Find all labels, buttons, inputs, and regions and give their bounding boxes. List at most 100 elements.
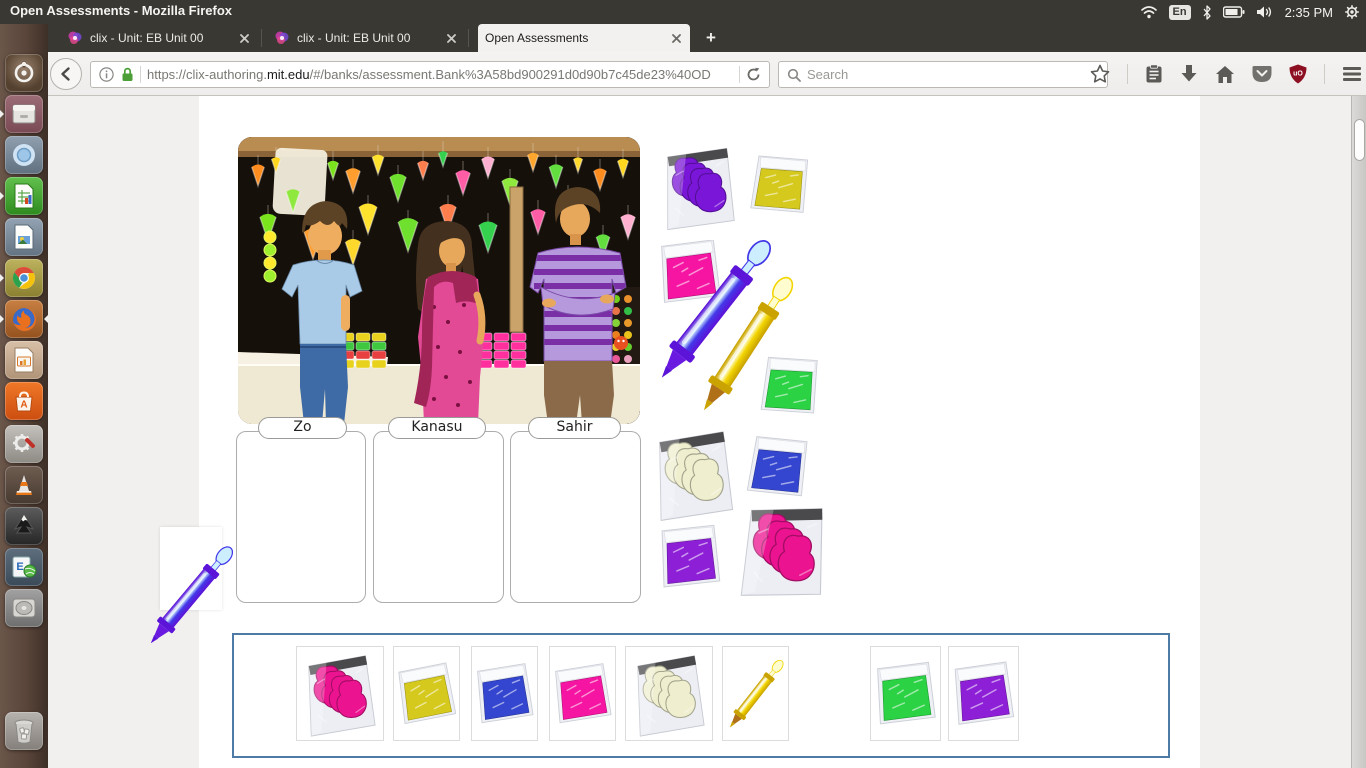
- market-illustration: [238, 137, 640, 424]
- tab-close-icon[interactable]: [443, 30, 459, 46]
- launcher-chrome-icon[interactable]: [5, 259, 43, 297]
- toolbar-separator: [1127, 64, 1128, 84]
- url-text[interactable]: https://clix-authoring.mit.edu/#/banks/a…: [147, 67, 733, 82]
- launcher-libreoffice-impress-icon[interactable]: [5, 341, 43, 379]
- launcher-chromium-icon[interactable]: [5, 136, 43, 174]
- item-green-colour-packet[interactable]: [760, 355, 820, 417]
- item-pink-balloon-packet[interactable]: [738, 496, 830, 604]
- character-label-sahir: Sahir: [528, 417, 621, 439]
- search-input[interactable]: Search: [778, 61, 1108, 88]
- running-indicator: [0, 110, 4, 118]
- tab-close-icon[interactable]: [236, 30, 252, 46]
- lock-icon[interactable]: [121, 67, 134, 82]
- ublock-icon[interactable]: uO: [1289, 64, 1307, 84]
- top-panel: Open Assessments - Mozilla Firefox En 2:…: [0, 0, 1366, 24]
- tray-item-purple-colour-packet[interactable]: [948, 646, 1019, 741]
- scrollbar-thumb[interactable]: [1354, 119, 1365, 161]
- battery-icon[interactable]: [1223, 6, 1245, 18]
- launcher: AE: [0, 24, 48, 768]
- drop-zone-sahir[interactable]: [510, 431, 641, 603]
- back-button[interactable]: [50, 58, 82, 90]
- item-tray: [232, 633, 1170, 758]
- volume-icon[interactable]: [1256, 5, 1274, 19]
- item-blue-colour-packet[interactable]: [744, 436, 812, 498]
- launcher-system-settings-icon[interactable]: [5, 425, 43, 463]
- wifi-icon[interactable]: [1140, 5, 1158, 19]
- item-yellow-colour-packet[interactable]: [746, 155, 814, 215]
- tab-1[interactable]: clix - Unit: EB Unit 00: [265, 24, 465, 52]
- tab-title: clix - Unit: EB Unit 00: [297, 31, 437, 45]
- svg-text:E: E: [16, 561, 23, 573]
- character-label-zo: Zo: [258, 417, 347, 439]
- green-colour-packet-image: [874, 651, 937, 737]
- launcher-disks-utility-icon[interactable]: [5, 589, 43, 627]
- tab-separator: [468, 29, 469, 47]
- url-bar[interactable]: https://clix-authoring.mit.edu/#/banks/a…: [90, 61, 770, 88]
- tab-title: Open Assessments: [485, 31, 662, 45]
- item-purple-balloon-packet[interactable]: [660, 141, 738, 233]
- page-scrollbar[interactable]: [1351, 96, 1366, 768]
- page-info-icon[interactable]: [99, 67, 114, 82]
- item-purple-colour-packet[interactable]: [658, 522, 722, 592]
- tab-close-icon[interactable]: [668, 30, 684, 46]
- tab-0[interactable]: clix - Unit: EB Unit 00: [58, 24, 258, 52]
- pocket-icon[interactable]: [1252, 65, 1272, 83]
- launcher-firefox-icon[interactable]: [5, 300, 43, 338]
- tray-item-green-colour-packet[interactable]: [870, 646, 941, 741]
- tab-separator: [261, 29, 262, 47]
- launcher-inkscape-icon[interactable]: [5, 507, 43, 545]
- system-tray: En 2:35 PM: [1140, 0, 1360, 24]
- drop-zone-kanasu[interactable]: [373, 431, 504, 603]
- navigation-toolbar: https://clix-authoring.mit.edu/#/banks/a…: [48, 52, 1366, 96]
- tray-item-white-balloon-packet[interactable]: [625, 646, 713, 741]
- launcher-dash-home-icon[interactable]: [5, 54, 43, 92]
- search-placeholder: Search: [807, 67, 848, 82]
- session-gear-icon[interactable]: [1344, 4, 1360, 20]
- bluetooth-icon[interactable]: [1202, 5, 1212, 20]
- home-icon[interactable]: [1215, 65, 1235, 84]
- tab-title: clix - Unit: EB Unit 00: [90, 31, 230, 45]
- launcher-trash-icon[interactable]: [5, 712, 43, 750]
- pink-colour-packet-image: [553, 651, 612, 737]
- keyboard-layout-indicator[interactable]: En: [1169, 5, 1191, 20]
- window-title: Open Assessments - Mozilla Firefox: [10, 3, 232, 18]
- drop-zone-zo[interactable]: [236, 431, 366, 603]
- reload-icon[interactable]: [746, 67, 761, 82]
- page-content: Zo Kanasu Sahir: [48, 96, 1366, 768]
- running-indicator: [0, 274, 4, 282]
- focused-indicator: [44, 315, 48, 323]
- item-white-balloon-packet[interactable]: [650, 426, 738, 522]
- character-label-kanasu: Kanasu: [388, 417, 486, 439]
- white-balloon-packet-image: [629, 651, 709, 737]
- pink-balloon-packet-image: [300, 651, 380, 737]
- urlbar-separator2: [739, 66, 740, 83]
- menu-icon[interactable]: [1342, 66, 1362, 82]
- item-blue-pichkari-dragging[interactable]: [174, 532, 208, 606]
- launcher-ubuntu-software-icon[interactable]: A: [5, 382, 43, 420]
- urlbar-separator: [140, 66, 141, 83]
- launcher-file-manager-icon[interactable]: [5, 95, 43, 133]
- launcher-office-globe-app-icon[interactable]: E: [5, 548, 43, 586]
- tray-item-pink-colour-packet[interactable]: [549, 646, 616, 741]
- launcher-vlc-icon[interactable]: [5, 466, 43, 504]
- reading-list-icon[interactable]: [1145, 64, 1163, 84]
- clock[interactable]: 2:35 PM: [1285, 5, 1333, 20]
- search-icon: [787, 68, 801, 82]
- tray-item-blue-colour-packet[interactable]: [471, 646, 538, 741]
- tab-bar: clix - Unit: EB Unit 00 clix - Unit: EB U…: [48, 24, 1366, 52]
- tab-active[interactable]: Open Assessments: [478, 24, 690, 52]
- tray-item-yellow-pichkari[interactable]: [722, 646, 789, 741]
- blue-colour-packet-image: [475, 651, 534, 737]
- tray-item-pink-balloon-packet[interactable]: [296, 646, 384, 741]
- purple-colour-packet-image: [952, 651, 1015, 737]
- launcher-libreoffice-draw-icon[interactable]: [5, 218, 43, 256]
- new-tab-button[interactable]: +: [698, 28, 724, 49]
- bookmark-star-icon[interactable]: [1090, 64, 1110, 84]
- downloads-icon[interactable]: [1180, 64, 1198, 84]
- running-indicator: [0, 192, 4, 200]
- launcher-libreoffice-calc-icon[interactable]: [5, 177, 43, 215]
- tray-item-yellow-colour-packet[interactable]: [393, 646, 460, 741]
- yellow-pichkari-image: [738, 651, 774, 737]
- svg-text:A: A: [20, 400, 27, 411]
- dragged-item-box[interactable]: [160, 527, 222, 610]
